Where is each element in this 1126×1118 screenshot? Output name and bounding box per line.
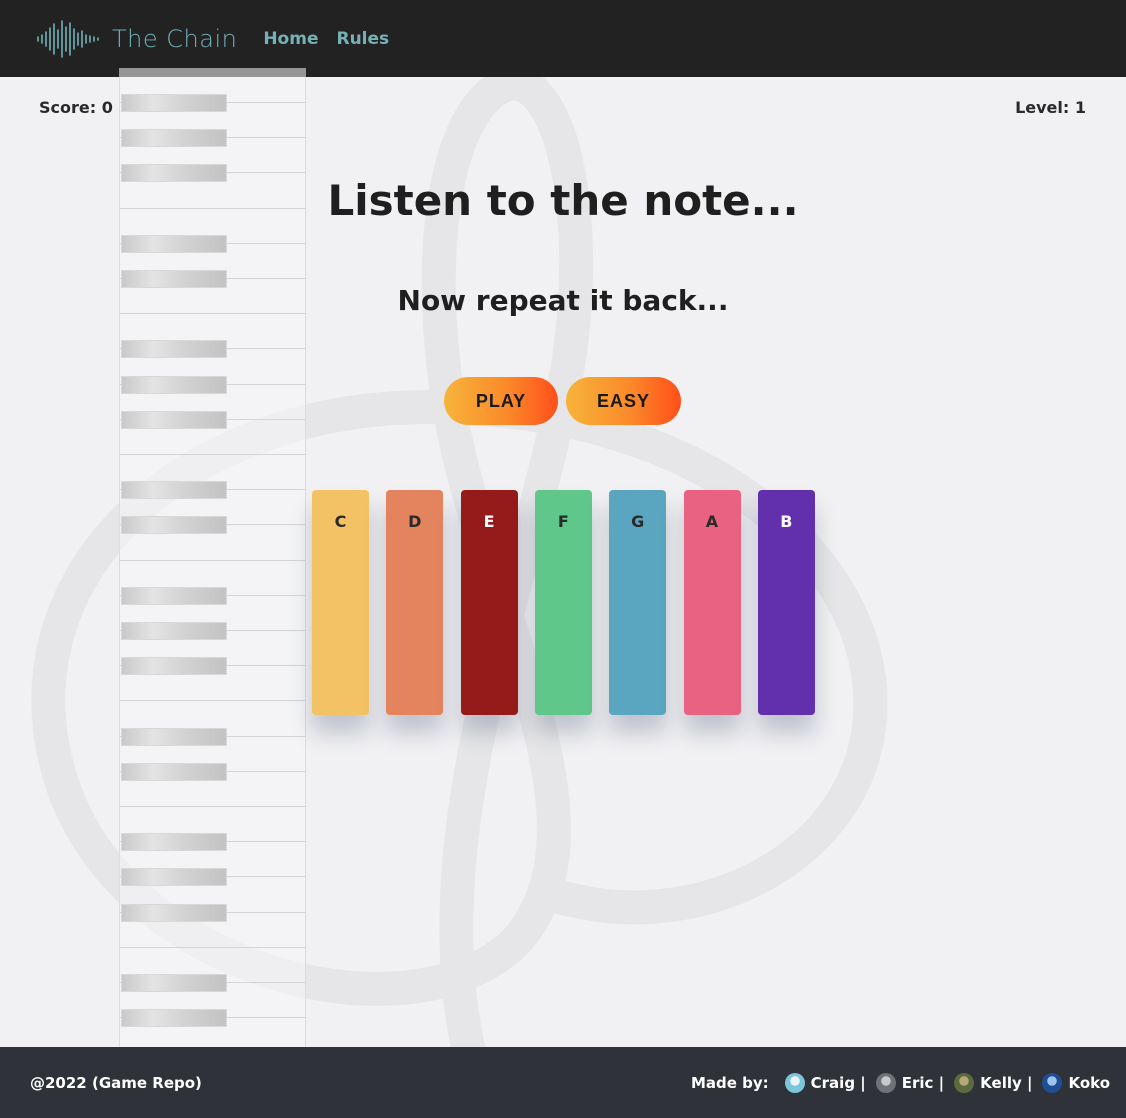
piano-black-key [121,410,227,429]
piano-black-key [121,974,227,992]
soundwave-logo-icon [37,19,99,58]
member-craig[interactable]: Craig | [784,1072,866,1093]
avatar [1042,1072,1063,1093]
member-eric[interactable]: Eric | [875,1072,945,1093]
score-display: Score: 0 [39,98,113,117]
piano-black-key [121,516,227,535]
note-label: G [631,512,645,531]
easy-button[interactable]: EASY [566,377,681,425]
headline: Listen to the note... [327,176,799,225]
avatar [954,1072,975,1093]
brand[interactable]: The Chain [36,19,237,59]
member-koko[interactable]: Koko [1042,1072,1110,1093]
note-bar-g[interactable]: G [609,490,667,715]
piano-black-key [121,833,227,852]
piano-black-key [121,727,227,746]
piano-black-key [121,375,227,394]
level-display: Level: 1 [1015,98,1086,117]
note-bar-f[interactable]: F [534,490,592,715]
note-bar-d[interactable]: D [386,490,444,715]
member-kelly[interactable]: Kelly | [954,1072,1033,1093]
member-name: Koko [1068,1073,1110,1092]
credits: Made by: Craig | Eric | Kelly | Koko [690,1072,1110,1093]
copyright-text: @2022 (Game Repo) [30,1073,202,1092]
note-bar-e[interactable]: E [460,490,518,715]
piano-black-key [121,762,227,781]
member-name: Craig | [810,1073,866,1092]
note-label: C [334,512,347,531]
note-label: F [557,512,569,531]
note-bar-b[interactable]: B [757,490,815,715]
avatar [875,1072,896,1093]
top-navbar: The Chain Home Rules [0,0,1126,77]
piano-black-key [121,94,227,112]
note-label: E [483,512,495,531]
piano-black-key [121,481,227,500]
play-button[interactable]: PLAY [444,377,558,425]
note-bar-a[interactable]: A [683,490,741,715]
piano-black-key [121,340,227,359]
piano-black-key [121,129,227,148]
brand-name: The Chain [112,24,238,53]
piano-black-key [121,657,227,676]
nav-rules-link[interactable]: Rules [336,29,389,49]
piano-black-key [121,868,227,887]
note-label: B [780,512,793,531]
piano-black-key [121,903,227,922]
note-label: D [408,512,422,531]
note-label: A [705,512,719,531]
piano-black-key [121,1009,227,1028]
piano-black-key [121,234,227,253]
piano-black-key [121,622,227,640]
note-bar-c[interactable]: C [312,490,369,715]
main-nav: Home Rules [263,29,389,49]
nav-home-link[interactable]: Home [263,29,318,49]
avatar [784,1072,805,1093]
piano-black-key [121,586,227,605]
footer: @2022 (Game Repo) Made by: Craig | Eric … [0,1047,1126,1118]
member-name: Eric | [901,1073,945,1092]
subline: Now repeat it back... [397,284,729,317]
made-by-label: Made by: [690,1073,769,1092]
member-name: Kelly | [980,1073,1033,1092]
